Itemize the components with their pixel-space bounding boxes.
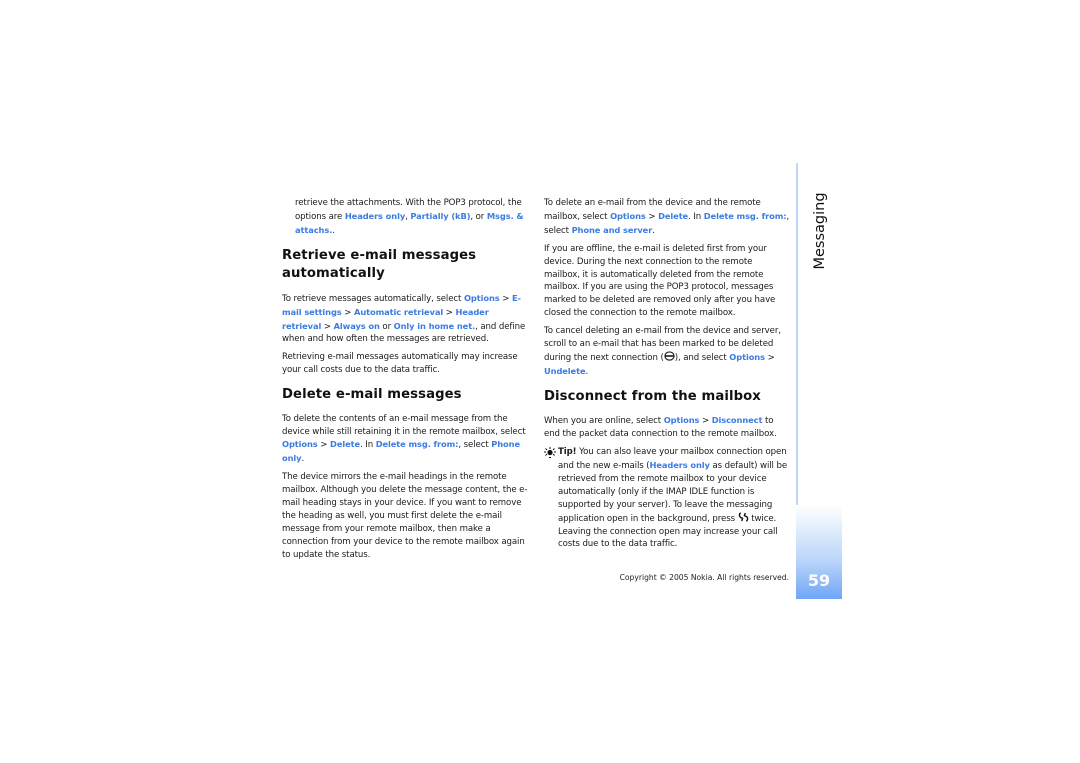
offline-paragraph: If you are offline, the e-mail is delete… [544,243,776,319]
delete-ref: Delete [658,210,689,221]
section-title: Messaging [812,192,828,270]
page-number-tab: 59 [796,505,842,599]
headers-only-ref: Headers only [649,460,710,470]
mirror-headings-paragraph: The device mirrors the e-mail headings i… [282,472,528,560]
left-column: retrieve the attachments. With the POP3 … [282,197,530,567]
disconnect-paragraph: When you are online, select Options > Di… [544,415,777,440]
delete-phone-only-paragraph: To delete the contents of an e-mail mess… [282,413,526,465]
cancel-delete-paragraph: To cancel deleting an e-mail from the de… [544,326,781,377]
attachments-paragraph: retrieve the attachments. With the POP3 … [295,198,524,236]
delete-phone-and-server-paragraph: To delete an e-mail from the device and … [544,198,790,236]
menu-key-icon [738,511,748,522]
retrieve-instructions-paragraph: To retrieve messages automatically, sele… [282,292,526,345]
phone-and-server-ref: Phone and server [571,224,653,235]
marked-for-deletion-icon [664,351,675,361]
partially-kb-option: Partially (kB) [410,210,471,221]
delete-ref: Delete [330,439,361,450]
options-menu-ref: Options [463,292,500,303]
automatic-retrieval-ref: Automatic retrieval [354,306,444,317]
retrieve-cost-paragraph: Retrieving e-mail messages automatically… [282,352,518,376]
page-number: 59 [807,571,831,590]
right-column: To delete an e-mail from the device and … [544,197,790,556]
undelete-ref: Undelete [544,365,586,376]
delete-msg-from-ref: Delete msg. from: [375,439,459,450]
heading-retrieve-automatically: Retrieve e-mail messages automatically [282,247,477,282]
delete-msg-from-ref: Delete msg. from: [703,210,787,221]
options-menu-ref: Options [282,439,318,450]
options-menu-ref: Options [729,351,765,362]
heading-delete-messages: Delete e-mail messages [282,387,462,403]
disconnect-ref: Disconnect [711,415,763,426]
headers-only-option: Headers only [344,210,406,221]
only-in-home-net-ref: Only in home net. [393,320,476,331]
tip-lightbulb-icon [544,447,556,459]
always-on-ref: Always on [333,320,380,331]
tip-label: Tip! [558,447,577,458]
heading-disconnect: Disconnect from the mailbox [544,388,761,404]
options-menu-ref: Options [663,415,700,426]
tip-paragraph: Tip! You can also leave your mailbox con… [544,446,790,551]
options-menu-ref: Options [610,210,646,221]
copyright-notice: Copyright © 2005 Nokia. All rights reser… [619,573,789,582]
